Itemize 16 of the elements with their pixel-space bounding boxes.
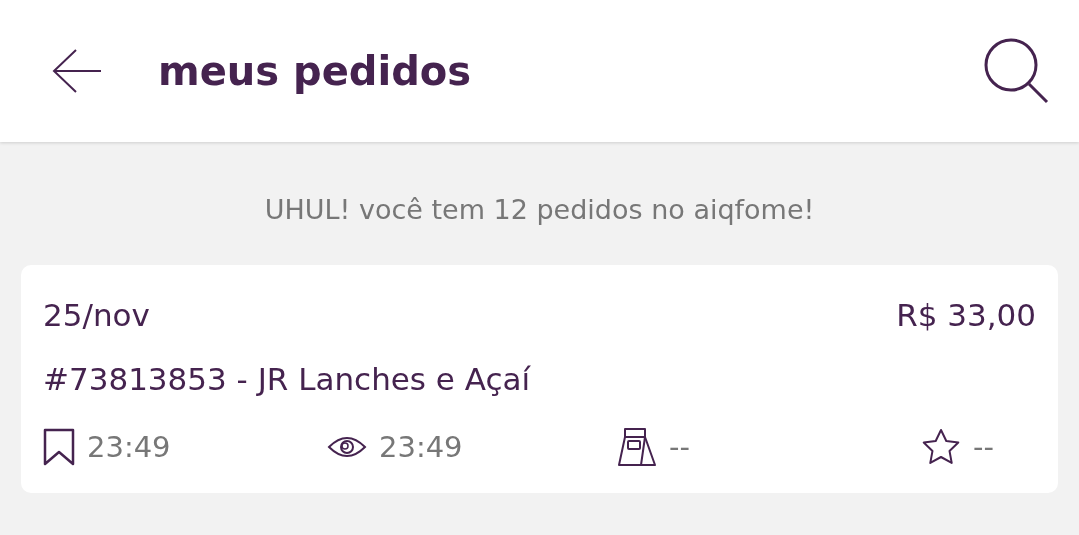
bookmark-icon bbox=[43, 428, 75, 466]
status-value: 23:49 bbox=[379, 430, 463, 464]
order-title: #73813853 - JR Lanches e Açaí bbox=[43, 361, 532, 397]
status-value: -- bbox=[669, 430, 690, 464]
search-icon[interactable] bbox=[983, 37, 1049, 105]
page-title: meus pedidos bbox=[158, 48, 473, 94]
bag-icon bbox=[617, 427, 657, 467]
order-card[interactable]: 25/nov R$ 33,00 #73813853 - JR Lanches e Açaí 23:49 23:49 -- -- bbox=[21, 265, 1058, 493]
status-value: 23:49 bbox=[87, 430, 171, 464]
orders-summary: UHUL! você tem 12 pedidos no aiqfome! bbox=[263, 194, 816, 225]
eye-icon bbox=[327, 435, 367, 459]
order-date: 25/nov bbox=[43, 297, 150, 333]
order-price: R$ 33,00 bbox=[896, 297, 1036, 333]
back-arrow-icon[interactable] bbox=[52, 48, 102, 94]
star-icon bbox=[921, 428, 961, 466]
status-value: -- bbox=[973, 430, 994, 464]
